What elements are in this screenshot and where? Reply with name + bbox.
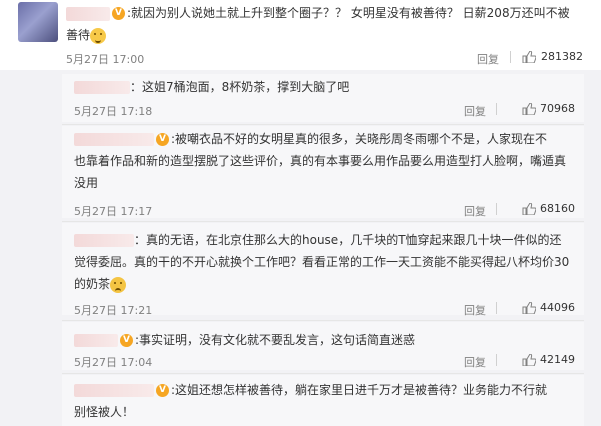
reply-time: 5月27日 17:18 xyxy=(74,105,153,118)
divider xyxy=(496,302,497,314)
reply-item: V:被嘲衣品不好的女明星真的很多，关晓彤周冬雨哪个不是，人家现在不 也靠着作品和… xyxy=(62,126,584,218)
thumbs-up-icon[interactable] xyxy=(522,354,536,366)
like-count: 44096 xyxy=(540,301,575,314)
vip-badge-icon: V xyxy=(112,7,125,20)
divider xyxy=(510,51,511,63)
divider xyxy=(62,320,584,321)
reply-item: V:事实证明，没有文化就不要乱发言，这句话简直迷惑 5月27日 17:04 回复… xyxy=(62,322,584,370)
vip-badge-icon: V xyxy=(156,133,169,146)
reply-text-line: V:被嘲衣品不好的女明星真的很多，关晓彤周冬雨哪个不是，人家现在不 xyxy=(74,128,547,150)
divider xyxy=(62,221,584,222)
reply-button[interactable]: 回复 xyxy=(464,302,486,318)
comment-text: 善待 xyxy=(66,28,91,42)
reply-time: 5月27日 17:04 xyxy=(74,356,153,369)
reply-text: :事实证明，没有文化就不要乱发言，这句话简直迷惑 xyxy=(135,333,416,347)
reply-text-line: V:事实证明，没有文化就不要乱发言，这句话简直迷惑 xyxy=(74,329,415,351)
like-count: 281382 xyxy=(541,50,583,63)
divider xyxy=(496,203,497,215)
like-count: 42149 xyxy=(540,353,575,366)
reply-text: ：这姐7桶泡面，8杯奶茶，撑到大脑了吧 xyxy=(130,80,350,94)
avatar[interactable] xyxy=(18,2,58,42)
divider xyxy=(62,124,584,125)
reply-text-line: V:这姐还想怎样被善待，躺在家里日进千万才是被善待？业务能力不行就 xyxy=(74,379,547,401)
thumbs-up-icon[interactable] xyxy=(522,51,536,63)
like-count: 70968 xyxy=(540,102,575,115)
reply-text: ：真的无语，在北京住那么大的house，几千块的T恤穿起来跟几十块一件似的还 xyxy=(134,233,562,247)
reply-text: :被嘲衣品不好的女明星真的很多，关晓彤周冬雨哪个不是，人家现在不 xyxy=(171,132,548,146)
thumbs-up-icon[interactable] xyxy=(522,203,536,215)
reply-text-line: ：真的无语，在北京住那么大的house，几千块的T恤穿起来跟几十块一件似的还 xyxy=(74,229,562,251)
divider xyxy=(62,373,584,374)
username[interactable] xyxy=(74,384,154,397)
reply-button[interactable]: 回复 xyxy=(464,103,486,119)
reply-text-line: 的奶茶 xyxy=(74,273,127,295)
username[interactable] xyxy=(66,6,110,21)
reply-text: 别怪被人！ xyxy=(74,405,135,419)
reply-text: 觉得委屈。真的干的不开心就换个工作吧？看看正常的工作一天工资能不能买得起八杯均价… xyxy=(74,255,570,269)
username[interactable] xyxy=(74,234,134,247)
username[interactable] xyxy=(74,133,154,146)
username[interactable] xyxy=(74,334,118,347)
reply-button[interactable]: 回复 xyxy=(477,51,499,67)
crying-emoji-icon xyxy=(110,276,127,293)
comment-time: 5月27日 17:00 xyxy=(66,53,145,66)
comment-text-line: V:就因为别人说她土就上升到整个圈子？？ 女明星没有被善待？ 日薪208万还叫不… xyxy=(66,2,570,24)
divider xyxy=(496,354,497,366)
username[interactable] xyxy=(74,81,130,94)
reply-button[interactable]: 回复 xyxy=(464,203,486,219)
surprised-emoji-icon xyxy=(90,27,107,44)
reply-item: ：真的无语，在北京住那么大的house，几千块的T恤穿起来跟几十块一件似的还 觉… xyxy=(62,223,584,318)
reply-text: :这姐还想怎样被善待，躺在家里日进千万才是被善待？业务能力不行就 xyxy=(171,383,548,397)
comment-text-line: 善待 xyxy=(66,24,107,46)
reply-button[interactable]: 回复 xyxy=(464,354,486,370)
reply-text-line: ：这姐7桶泡面，8杯奶茶，撑到大脑了吧 xyxy=(74,76,349,98)
divider xyxy=(496,103,497,115)
vip-badge-icon: V xyxy=(120,334,133,347)
thumbs-up-icon[interactable] xyxy=(522,302,536,314)
reply-item: ：这姐7桶泡面，8杯奶茶，撑到大脑了吧 5月27日 17:18 回复 70968 xyxy=(62,74,584,122)
reply-item: V:这姐还想怎样被善待，躺在家里日进千万才是被善待？业务能力不行就 别怪被人！ xyxy=(62,375,584,426)
vip-badge-icon: V xyxy=(156,384,169,397)
like-count: 68160 xyxy=(540,202,575,215)
top-comment: V:就因为别人说她土就上升到整个圈子？？ 女明星没有被善待？ 日薪208万还叫不… xyxy=(0,0,601,70)
reply-text: 也靠着作品和新的造型摆脱了这些评价，真的有本事要么用作品要么用造型打人脸啊，嘴遁… xyxy=(74,154,567,168)
reply-time: 5月27日 17:17 xyxy=(74,205,153,218)
reply-text: 没用 xyxy=(74,176,99,190)
comment-text: :就因为别人说她土就上升到整个圈子？？ 女明星没有被善待？ 日薪208万还叫不被 xyxy=(127,6,570,20)
reply-text: 的奶茶 xyxy=(74,277,111,291)
thumbs-up-icon[interactable] xyxy=(522,103,536,115)
reply-time: 5月27日 17:21 xyxy=(74,304,153,317)
